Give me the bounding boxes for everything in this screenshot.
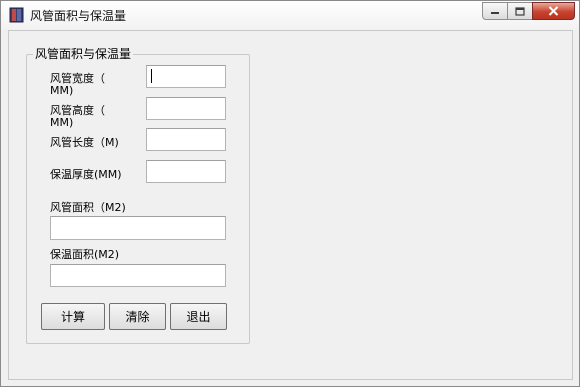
calculate-button[interactable]: 计算: [41, 303, 105, 330]
insulation-thickness-input[interactable]: [146, 160, 226, 183]
insulation-thickness-label: 保温厚度(MM): [50, 168, 122, 181]
duct-width-input[interactable]: [146, 65, 226, 88]
close-icon: [548, 6, 559, 16]
insulation-area-label: 保温面积(M2): [50, 248, 120, 261]
duct-width-label: 风管宽度（ MM): [50, 73, 105, 97]
duct-length-label: 风管长度（M): [50, 136, 119, 149]
close-button[interactable]: [532, 2, 575, 20]
insulation-area-output[interactable]: [50, 264, 226, 287]
duct-area-output[interactable]: [50, 216, 226, 240]
minimize-button[interactable]: [482, 2, 508, 20]
maximize-icon: [515, 6, 525, 16]
app-window: 风管面积与保温量 风管面积与保温量 风管宽度（ MM) 风管高度（ MM) 风管…: [0, 0, 580, 387]
minimize-icon: [491, 12, 499, 14]
maximize-button[interactable]: [507, 2, 533, 20]
duct-height-input[interactable]: [146, 97, 226, 120]
text-caret: [151, 69, 152, 83]
duct-height-label: 风管高度（ MM): [50, 105, 105, 129]
window-controls: [482, 2, 575, 21]
duct-groupbox: 风管面积与保温量 风管宽度（ MM) 风管高度（ MM) 风管长度（M) 保温厚…: [26, 47, 250, 344]
app-book-icon: [9, 7, 24, 23]
duct-area-label: 风管面积（M2): [50, 201, 126, 214]
title-bar[interactable]: 风管面积与保温量: [1, 1, 579, 30]
duct-height-label-line2: MM): [50, 116, 74, 129]
groupbox-title: 风管面积与保温量: [33, 47, 134, 61]
duct-width-label-line2: MM): [50, 84, 74, 97]
clear-button[interactable]: 清除: [109, 303, 166, 330]
duct-length-input[interactable]: [146, 128, 226, 151]
client-area: 风管面积与保温量 风管宽度（ MM) 风管高度（ MM) 风管长度（M) 保温厚…: [8, 30, 573, 380]
window-title: 风管面积与保温量: [30, 9, 127, 23]
exit-button[interactable]: 退出: [170, 303, 227, 330]
